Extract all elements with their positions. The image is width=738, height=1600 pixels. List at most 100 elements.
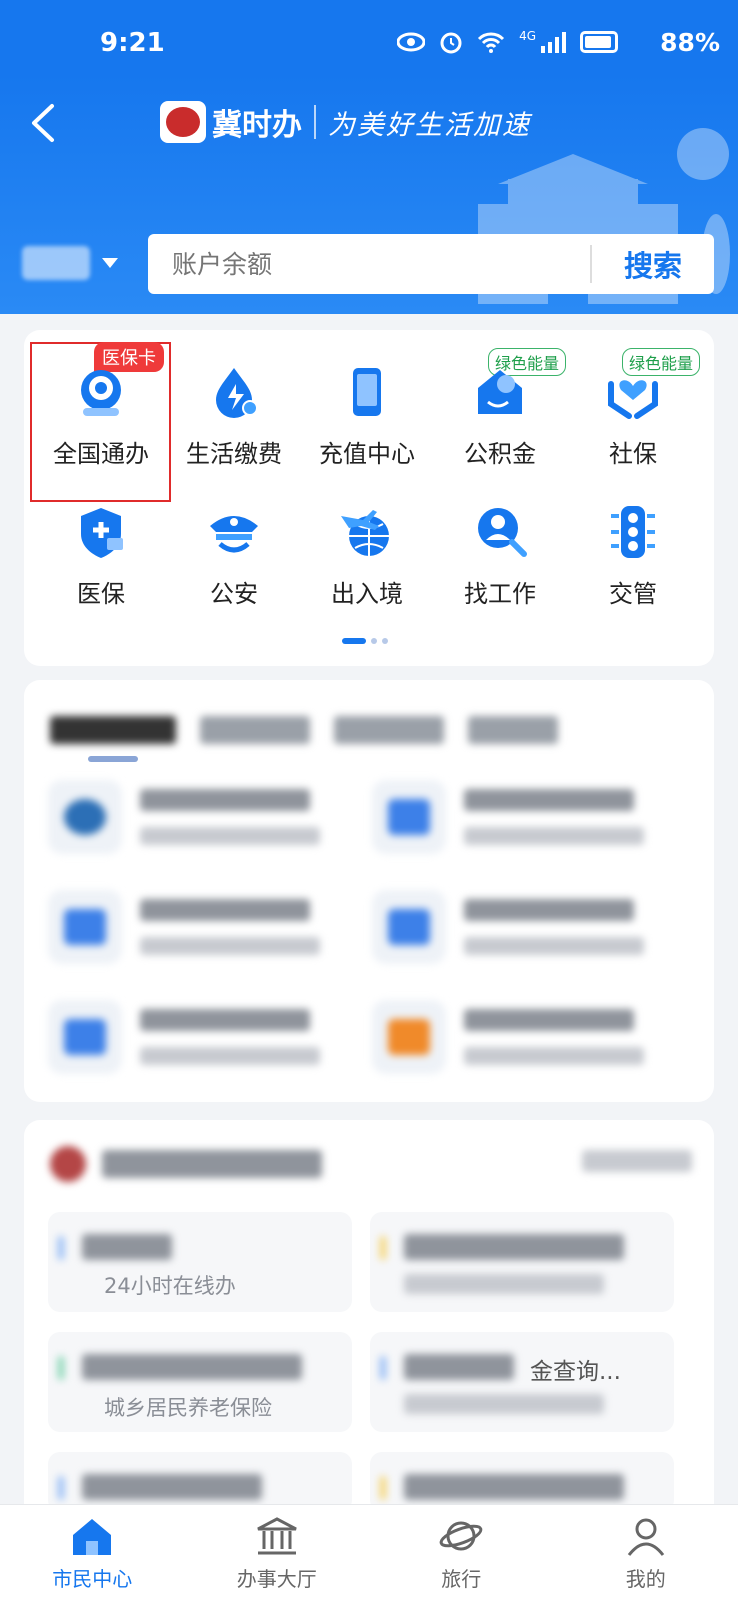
zone-tile-subtitle: 城乡居民养老保险	[104, 1396, 272, 1420]
tab-blurred[interactable]	[334, 716, 444, 744]
nav-item-service-hall[interactable]: 办事大厅	[185, 1505, 370, 1600]
common-services-card	[24, 680, 714, 1102]
zone-tile[interactable]	[370, 1212, 674, 1312]
zone-tile[interactable]: 金查询...	[370, 1332, 674, 1432]
job-search-icon	[478, 508, 527, 557]
zone-tile[interactable]: 城乡居民养老保险	[48, 1332, 352, 1432]
alarm-icon	[440, 32, 462, 54]
grid-item-label: 公积金	[464, 440, 536, 468]
grid-item-label: 医保	[77, 580, 125, 608]
special-zone-card: 24小时在线办 城乡居民养老保险 金查询...	[24, 1120, 714, 1520]
battery-icon	[580, 31, 618, 53]
home-icon	[73, 1519, 112, 1555]
nav-item-mine[interactable]: 我的	[554, 1505, 738, 1600]
zone-tile-subtitle: 24小时在线办	[104, 1274, 236, 1298]
zone-tile[interactable]	[48, 1452, 352, 1512]
social-security-icon	[608, 380, 658, 419]
zone-title	[102, 1150, 322, 1178]
grid-item-traffic-management[interactable]: 交管	[564, 504, 702, 609]
grid-item-housing-fund[interactable]: 公积金	[431, 364, 569, 469]
grid-item-label: 交管	[609, 580, 657, 608]
grid-item-label: 找工作	[464, 580, 536, 608]
grid-item-social-security[interactable]: 社保	[564, 364, 702, 469]
bottom-navigation: 市民中心 办事大厅 旅行 我的	[0, 1504, 738, 1600]
tab-blurred[interactable]	[468, 716, 558, 744]
service-item[interactable]	[48, 1000, 320, 1074]
zone-tile[interactable]: 24小时在线办	[48, 1212, 352, 1312]
zone-more-link[interactable]	[582, 1150, 692, 1172]
service-app-icon	[48, 890, 122, 964]
app-header: 冀时办 为美好生活加速 搜索	[0, 74, 738, 314]
page-indicator	[342, 638, 388, 644]
service-item[interactable]	[48, 780, 320, 854]
zone-tile[interactable]	[370, 1452, 674, 1512]
service-app-icon	[372, 890, 446, 964]
tab-common-services[interactable]	[50, 716, 176, 744]
medical-insurance-icon	[81, 508, 123, 558]
page-dot	[382, 638, 388, 644]
brand-emblem-icon	[160, 101, 206, 143]
search-button[interactable]: 搜索	[592, 243, 714, 285]
status-time: 9:21	[100, 28, 165, 58]
signal-icon	[541, 32, 566, 53]
zone-header	[50, 1146, 322, 1182]
back-button[interactable]	[24, 100, 64, 146]
grid-item-label: 社保	[609, 440, 657, 468]
phone-topup-icon	[353, 368, 381, 416]
service-item[interactable]	[372, 1000, 644, 1074]
eye-icon	[397, 32, 426, 52]
zone-logo-icon	[50, 1146, 86, 1182]
grid-item-label: 出入境	[331, 580, 403, 608]
grid-item-medical-insurance[interactable]: 医保	[32, 504, 170, 609]
service-item[interactable]	[372, 890, 644, 964]
logo-divider	[314, 105, 316, 139]
grid-item-nationwide-service[interactable]: 全国通办	[32, 364, 170, 469]
nav-label: 市民中心	[52, 1567, 133, 1591]
grid-item-utility-payment[interactable]: 生活缴费	[165, 364, 303, 469]
status-icons: 4G	[397, 29, 618, 54]
grid-item-topup-center[interactable]: 充值中心	[298, 364, 436, 469]
search-bar: 搜索	[148, 234, 714, 294]
city-name-blurred	[22, 246, 90, 280]
wifi-icon	[478, 32, 505, 53]
nav-item-citizen-center[interactable]: 市民中心	[0, 1505, 185, 1600]
city-selector[interactable]	[22, 246, 118, 280]
grid-item-label: 公安	[210, 580, 258, 608]
nav-label: 我的	[625, 1567, 666, 1591]
hall-icon	[257, 1517, 297, 1555]
grid-item-label: 全国通办	[53, 440, 149, 468]
user-icon	[627, 1518, 664, 1556]
service-item[interactable]	[48, 890, 320, 964]
quick-service-grid: 医保卡 绿色能量 绿色能量 全国通办 生活缴费 充值中心 公积金 社保 医保 公…	[24, 330, 714, 666]
police-icon	[210, 516, 258, 553]
service-app-icon	[48, 780, 122, 854]
caret-down-icon	[102, 258, 118, 268]
service-app-icon	[48, 1000, 122, 1074]
service-app-icon	[372, 780, 446, 854]
global-service-icon	[81, 370, 121, 416]
grid-item-entry-exit[interactable]: 出入境	[298, 504, 436, 609]
tab-blurred[interactable]	[200, 716, 310, 744]
grid-item-label: 生活缴费	[186, 440, 282, 468]
service-app-icon	[372, 1000, 446, 1074]
brand-name: 冀时办	[212, 108, 302, 143]
nav-label: 办事大厅	[236, 1567, 317, 1591]
housing-fund-icon	[478, 370, 522, 414]
planet-icon	[439, 1521, 483, 1551]
nav-item-travel[interactable]: 旅行	[369, 1505, 554, 1600]
grid-item-job-search[interactable]: 找工作	[431, 504, 569, 609]
zone-tile-title-partial: 金查询...	[530, 1359, 621, 1385]
battery-percent: 88%	[660, 28, 720, 57]
utility-payment-icon	[216, 368, 258, 418]
nav-label: 旅行	[441, 1567, 482, 1591]
active-tab-indicator	[88, 756, 138, 762]
chevron-left-icon	[32, 104, 54, 142]
status-bar: 9:21 4G 88%	[0, 0, 738, 74]
service-item[interactable]	[372, 780, 644, 854]
network-type: 4G	[519, 29, 536, 43]
grid-item-label: 充值中心	[319, 440, 415, 468]
grid-item-police[interactable]: 公安	[165, 504, 303, 609]
page-dot	[371, 638, 377, 644]
service-tabs	[50, 716, 558, 744]
search-input[interactable]	[148, 249, 590, 279]
